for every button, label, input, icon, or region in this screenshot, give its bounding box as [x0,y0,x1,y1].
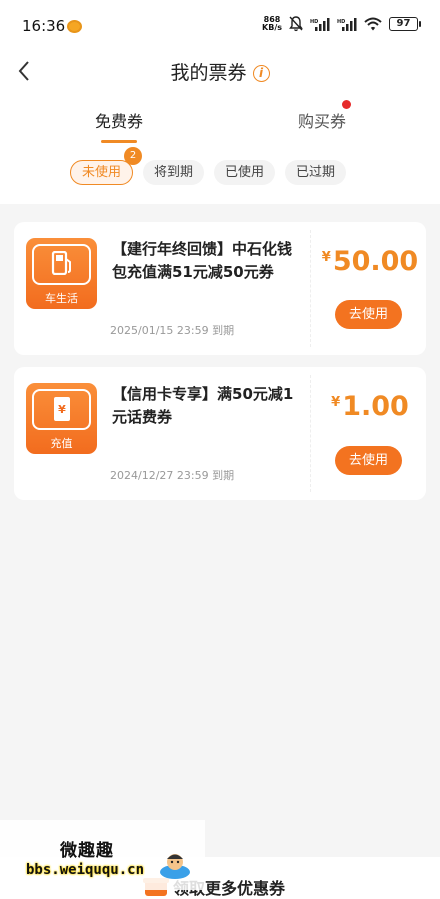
filter-expired[interactable]: 已过期 [285,160,347,185]
coupon-title: 【建行年终回馈】中石化钱包充值满51元减50元券 [112,240,293,281]
phone-yuan-icon: ¥ [26,396,97,426]
weibo-notification-icon [67,20,82,33]
watermark: 微趣趣 bbs.weiququ.cn [0,820,205,890]
bell-muted-icon [289,16,303,32]
coupon-card[interactable]: 车生活 【建行年终回馈】中石化钱包充值满51元减50元券 2025/01/15 … [14,222,426,355]
coupon-expiry: 2024/12/27 23:59 到期 [110,469,235,482]
card-divider [310,375,311,492]
page-title-text: 我的票券 [170,62,247,84]
filter-chips: 未使用 2 将到期 已使用 已过期 [70,147,347,185]
battery-icon: 97 [389,17,421,31]
coupon-price: ¥50.00 [314,246,426,277]
wifi-icon [364,17,382,31]
coupon-category: 车生活 [45,292,78,305]
coupon-category: 充值 [50,437,73,450]
signal-hd-2-icon: HD [337,17,357,31]
coupon-title: 【信用卡专享】满50元减1元话费券 [112,385,294,426]
coupon-expiry: 2025/01/15 23:59 到期 [110,324,235,337]
status-time: 16:36 [22,17,66,35]
filter-unused-label: 未使用 [82,165,122,180]
use-coupon-button[interactable]: 去使用 [335,300,402,329]
status-bar: 16:36 868 KB/s HD HD 97 [0,0,440,50]
signal-hd-1-icon: HD [310,17,330,31]
svg-text:HD: HD [337,19,345,25]
active-tab-indicator [101,140,137,143]
svg-text:HD: HD [310,19,318,25]
card-divider [310,230,311,347]
main-tabs: 免费券 购买券 [0,100,440,150]
filter-unused[interactable]: 未使用 2 [70,147,143,185]
use-coupon-button[interactable]: 去使用 [335,446,402,475]
currency-symbol: ¥ [321,250,331,265]
network-speed-unit: KB/s [262,23,282,32]
new-badge-dot [342,100,351,109]
coupon-price: ¥1.00 [314,391,426,422]
coupon-card[interactable]: ¥ 充值 【信用卡专享】满50元减1元话费券 2024/12/27 23:59 … [14,367,426,500]
status-indicators: 868 KB/s HD HD 97 [262,16,421,32]
battery-level: 97 [396,18,411,29]
filter-used[interactable]: 已使用 [214,160,276,185]
tab-purchased-coupons[interactable]: 购买券 [262,108,382,132]
coupon-thumbnail: ¥ 充值 [26,383,97,454]
coupon-amount: 50.00 [332,246,419,277]
filter-expiring[interactable]: 将到期 [143,160,205,185]
svg-text:¥: ¥ [58,403,66,416]
watermark-title: 微趣趣 [60,841,114,861]
fuel-pump-icon [26,250,97,279]
network-speed: 868 KB/s [262,16,282,32]
tab-free-coupons[interactable]: 免费券 [59,108,179,132]
page-title: 我的票券 i [0,58,440,85]
filter-unused-count-badge: 2 [124,147,143,165]
mascot-icon [158,850,192,880]
watermark-url: bbs.weiququ.cn [26,862,145,878]
coupon-amount: 1.00 [342,391,409,422]
top-panel: 16:36 868 KB/s HD HD 97 我的票券 i 免费券 购买券 未… [0,0,440,204]
currency-symbol: ¥ [331,395,341,410]
coupon-thumbnail: 车生活 [26,238,97,309]
header: 我的票券 i [0,50,440,92]
info-icon[interactable]: i [252,65,270,82]
